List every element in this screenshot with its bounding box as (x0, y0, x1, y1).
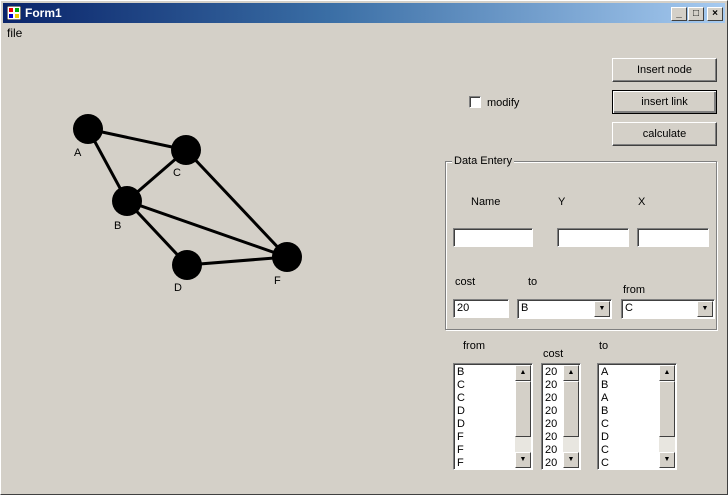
node-label-f: F (274, 275, 281, 287)
chevron-down-icon[interactable]: ▼ (697, 301, 713, 317)
list-item[interactable]: 20 (545, 366, 557, 379)
scroll-thumb[interactable] (515, 381, 531, 437)
minimize-button[interactable]: _ (671, 7, 687, 21)
list-item[interactable]: 20 (545, 418, 557, 431)
list-item[interactable]: 20 (545, 405, 557, 418)
scroll-thumb[interactable] (563, 381, 579, 437)
graph-node-f[interactable] (272, 242, 302, 272)
from-list-items: BCCDDFFF (457, 366, 465, 469)
from-label: from (623, 284, 645, 296)
graph-node-d[interactable] (172, 250, 202, 280)
list-item[interactable]: 20 (545, 444, 557, 457)
to-label: to (528, 276, 538, 288)
insert-node-button[interactable]: Insert node (612, 58, 717, 82)
cost-label: cost (455, 276, 476, 288)
list-item[interactable]: 20 (545, 379, 557, 392)
list-item[interactable]: 20 (545, 392, 557, 405)
list-item[interactable]: B (601, 405, 609, 418)
modify-checkbox[interactable] (469, 96, 481, 108)
list-item[interactable]: F (457, 457, 465, 469)
graph-edge-c-f[interactable] (184, 148, 289, 259)
from-scrollbar[interactable]: ▲ ▼ (515, 365, 531, 468)
from-select-value: C (625, 302, 633, 314)
chevron-down-icon[interactable]: ▼ (594, 301, 610, 317)
y-label: Y (558, 196, 566, 208)
scroll-up-icon[interactable]: ▲ (563, 365, 579, 381)
scroll-down-icon[interactable]: ▼ (659, 452, 675, 468)
to-list-label: to (599, 340, 609, 352)
title-bar[interactable]: Form1 _ □ × (3, 3, 725, 23)
menu-file[interactable]: file (7, 26, 22, 40)
maximize-icon: □ (692, 8, 700, 19)
from-list-label: from (463, 340, 485, 352)
app-icon (7, 6, 21, 20)
scroll-up-icon[interactable]: ▲ (515, 365, 531, 381)
from-listbox[interactable]: BCCDDFFF ▲ ▼ (453, 363, 533, 470)
node-label-c: C (173, 167, 181, 179)
list-item[interactable]: B (457, 366, 465, 379)
x-input[interactable] (637, 228, 709, 247)
list-item[interactable]: B (601, 379, 609, 392)
scroll-up-icon[interactable]: ▲ (659, 365, 675, 381)
cost-input[interactable]: 20 (453, 299, 509, 318)
graph-node-a[interactable] (73, 114, 103, 144)
calculate-button[interactable]: calculate (612, 122, 717, 146)
cost-listbox[interactable]: 20 20 20 20 20 20 20 20 ▲ ▼ (541, 363, 581, 470)
list-item[interactable]: F (457, 444, 465, 457)
insert-link-button[interactable]: insert link (612, 90, 717, 114)
to-select[interactable]: B ▼ (517, 299, 612, 319)
close-icon: × (712, 8, 718, 19)
list-item[interactable]: 20 (545, 457, 557, 469)
to-select-value: B (521, 302, 529, 314)
graph-node-b[interactable] (112, 186, 142, 216)
list-item[interactable]: A (601, 366, 609, 379)
y-input[interactable] (557, 228, 629, 247)
list-item[interactable]: A (601, 392, 609, 405)
graph-edge-a-c[interactable] (87, 127, 187, 152)
scroll-down-icon[interactable]: ▼ (563, 452, 579, 468)
modify-label: modify (487, 97, 520, 109)
list-item[interactable]: F (457, 431, 465, 444)
node-label-d: D (174, 282, 182, 294)
list-item[interactable]: 20 (545, 431, 557, 444)
scroll-thumb[interactable] (659, 381, 675, 437)
graph-edge-b-f[interactable] (126, 199, 288, 259)
list-item[interactable]: C (601, 457, 609, 469)
list-item[interactable]: D (457, 418, 465, 431)
list-item[interactable]: D (457, 405, 465, 418)
list-item[interactable]: D (601, 431, 609, 444)
maximize-button[interactable]: □ (688, 7, 704, 21)
minimize-icon: _ (676, 8, 682, 19)
main-window: Form1 _ □ × file A C B D F Insert node i… (0, 0, 728, 495)
close-button[interactable]: × (707, 7, 723, 21)
window-title: Form1 (25, 6, 62, 20)
from-select[interactable]: C ▼ (621, 299, 715, 319)
graph-edge-d-f[interactable] (186, 255, 288, 267)
to-listbox[interactable]: ABABCDCC ▲ ▼ (597, 363, 677, 470)
node-label-a: A (74, 147, 82, 159)
cost-scrollbar[interactable]: ▲ ▼ (563, 365, 579, 468)
graph-node-c[interactable] (171, 135, 201, 165)
list-item[interactable]: C (601, 418, 609, 431)
list-item[interactable]: C (457, 392, 465, 405)
data-entry-legend: Data Entery (452, 155, 515, 167)
node-label-b: B (114, 220, 122, 232)
scroll-down-icon[interactable]: ▼ (515, 452, 531, 468)
cost-list-items: 20 20 20 20 20 20 20 20 (545, 366, 557, 469)
list-item[interactable]: C (601, 444, 609, 457)
cost-list-label: cost (543, 348, 564, 360)
x-label: X (638, 196, 646, 208)
name-input[interactable] (453, 228, 533, 247)
list-item[interactable]: C (457, 379, 465, 392)
to-scrollbar[interactable]: ▲ ▼ (659, 365, 675, 468)
to-list-items: ABABCDCC (601, 366, 609, 469)
graph-canvas[interactable] (61, 106, 321, 296)
name-label: Name (471, 196, 501, 208)
